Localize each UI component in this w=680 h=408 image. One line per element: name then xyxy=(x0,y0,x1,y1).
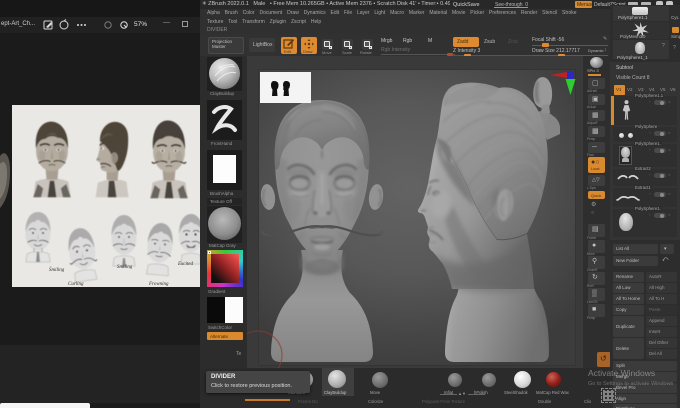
svg-text:Excited: Excited xyxy=(177,262,193,267)
svg-text:S̄‍miling: S̄‍miling xyxy=(49,267,65,273)
svg-text:Frowning: Frowning xyxy=(148,282,169,287)
svg-text:Curling: Curling xyxy=(68,282,84,287)
svg-text:Smiling: Smiling xyxy=(117,265,133,270)
